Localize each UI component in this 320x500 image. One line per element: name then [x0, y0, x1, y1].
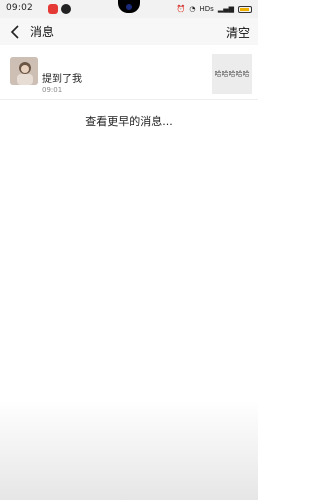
header-bar: 消息 清空	[0, 18, 258, 45]
status-time: 09:02	[6, 3, 33, 13]
signal-icon: ▂▄▆	[217, 5, 234, 13]
back-button[interactable]	[4, 18, 26, 45]
back-arrow-icon	[10, 24, 19, 39]
load-more-link[interactable]: 查看更早的消息...	[0, 113, 258, 129]
status-icons: ⏰ ◔ HDs ▂▄▆	[177, 3, 252, 15]
bottom-fade	[0, 400, 258, 500]
notification-app-icon	[48, 4, 58, 14]
status-bar: 09:02 ⏰ ◔ HDs ▂▄▆	[0, 0, 258, 18]
avatar[interactable]	[10, 57, 38, 85]
avatar-image	[10, 57, 38, 85]
message-item[interactable]: 提到了我 09:01 哈哈哈哈哈	[0, 48, 258, 100]
message-text: 提到了我	[42, 74, 82, 85]
camera-notch	[118, 0, 140, 13]
notification-app-icon-2	[61, 4, 71, 14]
page-title: 消息	[30, 25, 55, 39]
alarm-icon: ⏰	[176, 5, 186, 13]
post-thumbnail[interactable]: 哈哈哈哈哈	[212, 54, 252, 94]
message-time: 09:01	[42, 86, 63, 94]
battery-icon	[238, 5, 252, 13]
hd-label: HDs	[199, 5, 214, 13]
clear-button[interactable]: 清空	[226, 24, 250, 41]
thumbnail-text: 哈哈哈哈哈	[214, 70, 250, 78]
screen: 09:02 ⏰ ◔ HDs ▂▄▆ 消息 清空 提到了我 09:01 哈哈哈哈哈…	[0, 0, 258, 500]
user-name	[42, 56, 60, 64]
wifi-icon: ◔	[189, 5, 196, 13]
